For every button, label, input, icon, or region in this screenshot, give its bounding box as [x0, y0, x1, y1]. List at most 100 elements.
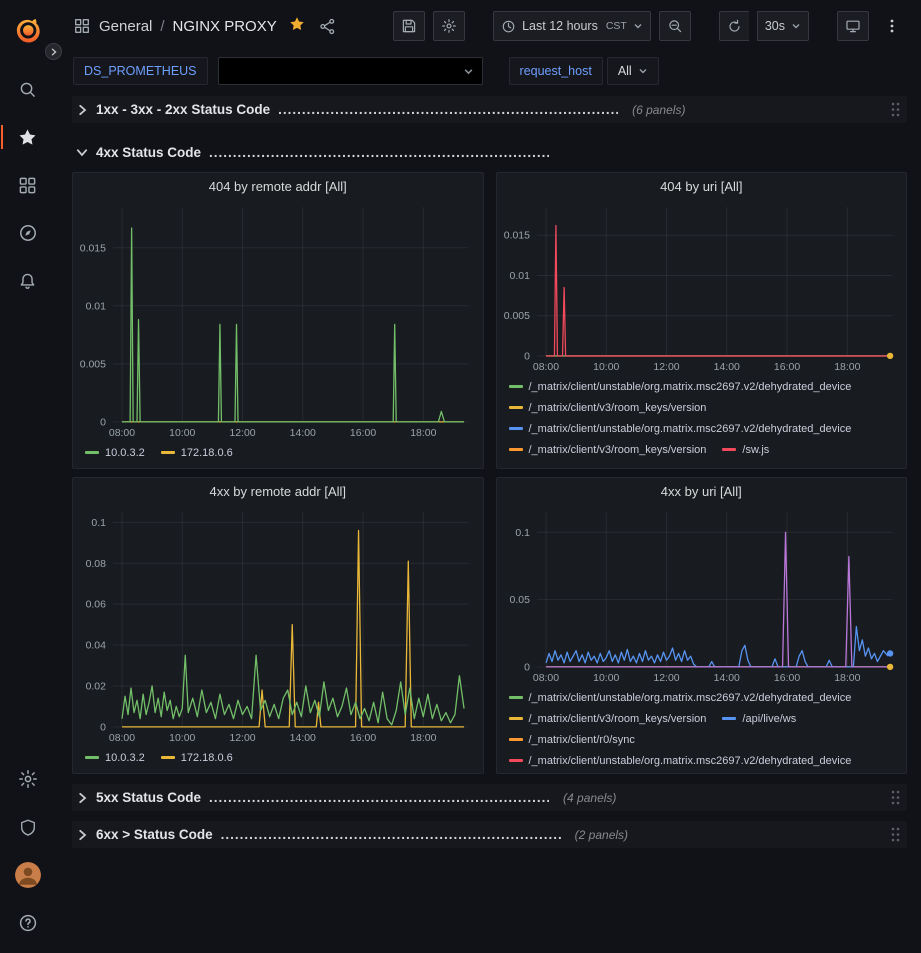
legend-item[interactable]: /_matrix/client/unstable/org.matrix.msc2… [509, 755, 852, 767]
legend-label: /_matrix/client/v3/room_keys/version [529, 402, 707, 414]
sidebar-item-dashboards[interactable] [10, 167, 46, 203]
svg-text:16:00: 16:00 [350, 428, 376, 439]
svg-text:14:00: 14:00 [713, 673, 739, 684]
legend-item[interactable]: 172.18.0.6 [161, 752, 233, 764]
time-range-picker[interactable]: Last 12 hours CST [493, 11, 651, 41]
legend-label: /_matrix/client/unstable/org.matrix.msc2… [529, 692, 852, 704]
panel-title[interactable]: 404 by uri [All] [497, 173, 907, 199]
legend-label: /_matrix/client/v3/room_keys/version [529, 444, 707, 456]
timeseries-chart[interactable]: 08:0010:0012:0014:0016:0018:0000.0050.01… [497, 199, 907, 374]
refresh-button[interactable] [719, 11, 749, 41]
chevron-right-icon [50, 48, 58, 56]
legend-item[interactable]: /api/live/ws [722, 713, 796, 725]
apps-grid-icon [73, 17, 91, 35]
alerting-bell-icon [18, 272, 37, 291]
sidebar-item-starred[interactable] [10, 119, 46, 155]
panel-legend: /_matrix/client/unstable/org.matrix.msc2… [497, 374, 907, 464]
settings-gear-icon [441, 18, 457, 34]
dashboards-grid-icon [18, 176, 37, 195]
svg-text:14:00: 14:00 [290, 733, 316, 744]
panel-title[interactable]: 4xx by uri [All] [497, 478, 907, 504]
grafana-logo[interactable] [10, 13, 46, 49]
dashboard-settings-button[interactable] [433, 11, 465, 41]
svg-text:0: 0 [524, 351, 530, 362]
row-header-4xx[interactable]: 4xx Status Code ........................… [72, 139, 907, 165]
kebab-menu-icon [885, 18, 899, 34]
datasource-variable-label[interactable]: DS_PROMETHEUS [73, 57, 208, 85]
timeseries-chart[interactable]: 08:0010:0012:0014:0016:0018:0000.0050.01… [73, 199, 483, 440]
svg-text:10:00: 10:00 [593, 362, 619, 373]
row-header-6xx[interactable]: 6xx > Status Code ......................… [72, 821, 907, 848]
svg-text:08:00: 08:00 [109, 428, 135, 439]
row-drag-handle[interactable] [890, 826, 901, 843]
panel-title[interactable]: 4xx by remote addr [All] [73, 478, 483, 504]
svg-text:12:00: 12:00 [229, 428, 255, 439]
svg-text:0.05: 0.05 [509, 595, 530, 606]
legend-item[interactable]: /_matrix/client/v3/room_keys/version [509, 713, 707, 725]
zoom-out-button[interactable] [659, 11, 691, 41]
svg-text:18:00: 18:00 [410, 428, 436, 439]
sidebar-item-profile[interactable] [10, 857, 46, 893]
legend-item[interactable]: /_matrix/client/v3/room_keys/version [509, 402, 707, 414]
legend-swatch [509, 738, 523, 741]
legend-item[interactable]: /_matrix/client/unstable/org.matrix.msc2… [509, 692, 852, 704]
row-header-5xx[interactable]: 5xx Status Code ........................… [72, 784, 907, 811]
legend-label: /_matrix/client/v3/room_keys/version [529, 713, 707, 725]
svg-text:0.08: 0.08 [86, 559, 107, 570]
favorite-star-button[interactable] [289, 16, 305, 36]
sidebar [0, 0, 55, 953]
share-button[interactable] [319, 18, 336, 35]
svg-text:0.04: 0.04 [86, 641, 107, 652]
legend-label: /_matrix/client/unstable/org.matrix.msc2… [529, 381, 852, 393]
row-title: 1xx - 3xx - 2xx Status Code [96, 102, 270, 117]
svg-text:0.015: 0.015 [503, 231, 529, 242]
sidebar-item-alerting[interactable] [10, 263, 46, 299]
legend-label: 10.0.3.2 [105, 752, 145, 764]
legend-item[interactable]: /sw.js [722, 444, 769, 456]
save-dashboard-button[interactable] [393, 11, 425, 41]
variables-submenu: DS_PROMETHEUS request_host All [55, 52, 921, 90]
svg-text:10:00: 10:00 [593, 673, 619, 684]
chevron-right-icon [76, 104, 88, 116]
sidebar-expand-button[interactable] [45, 43, 62, 60]
row-drag-handle[interactable] [890, 789, 901, 806]
datasource-variable-select[interactable] [218, 57, 483, 85]
legend-item[interactable]: 172.18.0.6 [161, 447, 233, 459]
legend-swatch [509, 385, 523, 388]
row-drag-handle[interactable] [890, 101, 901, 118]
row-panel-count: (2 panels) [575, 828, 628, 842]
save-icon [401, 18, 417, 34]
panel-title[interactable]: 404 by remote addr [All] [73, 173, 483, 199]
page-title[interactable]: NGINX PROXY [173, 18, 277, 35]
sidebar-item-configuration[interactable] [10, 761, 46, 797]
sidebar-item-explore[interactable] [10, 215, 46, 251]
legend-item[interactable]: /_matrix/client/v3/room_keys/version [509, 444, 707, 456]
panels-grid: 404 by remote addr [All] 08:0010:0012:00… [72, 172, 907, 774]
breadcrumb-section[interactable]: General [99, 18, 152, 35]
kiosk-mode-button[interactable] [837, 11, 869, 41]
sidebar-item-search[interactable] [10, 71, 46, 107]
panel-chart-area: 08:0010:0012:0014:0016:0018:0000.0050.01… [73, 199, 483, 440]
legend-item[interactable]: /_matrix/client/unstable/org.matrix.msc2… [509, 381, 852, 393]
legend-swatch [509, 696, 523, 699]
more-options-button[interactable] [877, 11, 907, 41]
timeseries-chart[interactable]: 08:0010:0012:0014:0016:0018:0000.050.1 [497, 504, 907, 685]
sidebar-item-server-admin[interactable] [10, 809, 46, 845]
refresh-interval-dropdown[interactable]: 30s [757, 11, 809, 41]
svg-text:10:00: 10:00 [169, 428, 195, 439]
request-host-variable-select[interactable]: All [607, 57, 659, 85]
svg-text:14:00: 14:00 [290, 428, 316, 439]
legend-item[interactable]: 10.0.3.2 [85, 447, 145, 459]
timeseries-chart[interactable]: 08:0010:0012:0014:0016:0018:0000.020.040… [73, 504, 483, 745]
chevron-right-icon [76, 792, 88, 804]
refresh-icon [727, 19, 742, 34]
svg-text:08:00: 08:00 [532, 673, 558, 684]
sidebar-item-help[interactable] [10, 905, 46, 941]
legend-swatch [509, 427, 523, 430]
legend-item[interactable]: 10.0.3.2 [85, 752, 145, 764]
legend-item[interactable]: /_matrix/client/r0/sync [509, 734, 635, 746]
row-header-1xx-3xx-2xx[interactable]: 1xx - 3xx - 2xx Status Code ............… [72, 96, 907, 123]
legend-item[interactable]: /_matrix/client/unstable/org.matrix.msc2… [509, 423, 852, 435]
request-host-variable-label[interactable]: request_host [509, 57, 603, 85]
legend-swatch [161, 756, 175, 759]
